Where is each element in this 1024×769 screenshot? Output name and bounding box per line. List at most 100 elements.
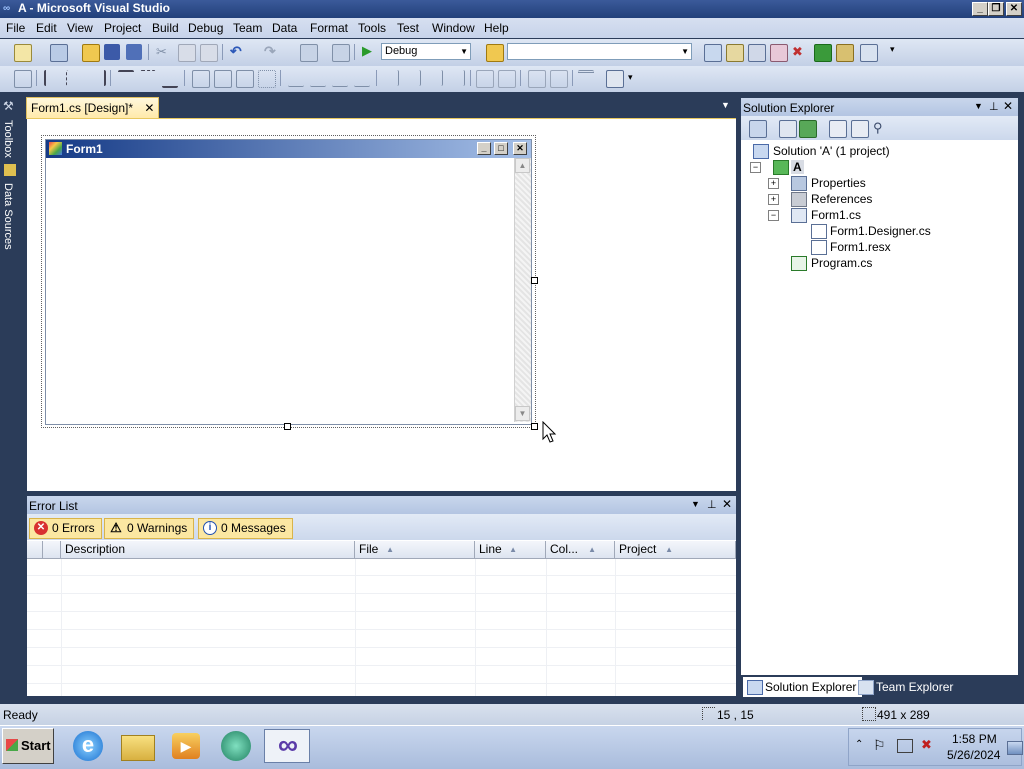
refresh-icon[interactable] <box>799 120 817 138</box>
column-header-icon[interactable] <box>27 541 43 558</box>
clock-time[interactable]: 1:58 PM <box>952 732 997 746</box>
tree-node-solution[interactable]: Solution 'A' (1 project) <box>773 144 890 158</box>
scroll-up-icon[interactable]: ▲ <box>515 158 530 173</box>
document-list-chevron-icon[interactable]: ▼ <box>721 100 730 110</box>
collapse-icon[interactable]: − <box>750 162 761 173</box>
data-sources-tab[interactable]: Data Sources <box>2 183 14 250</box>
menu-data[interactable]: Data <box>272 21 297 35</box>
resize-handle-corner[interactable] <box>531 423 538 430</box>
start-debugging-icon[interactable]: ▶ <box>362 43 378 59</box>
column-header-file[interactable]: File ▲ <box>355 541 475 558</box>
size-to-grid-icon[interactable] <box>214 70 232 88</box>
menu-edit[interactable]: Edit <box>36 21 57 35</box>
taskbar-file-explorer[interactable] <box>117 729 157 763</box>
column-header-number[interactable] <box>43 541 61 558</box>
errors-filter-button[interactable]: ✕ 0 Errors <box>29 518 102 539</box>
view-designer-icon[interactable] <box>851 120 869 138</box>
solution-configuration-combo[interactable]: Debug ▼ <box>381 43 471 60</box>
tree-node-program-cs[interactable]: Program.cs <box>811 256 872 270</box>
column-header-project[interactable]: Project ▲ <box>615 541 736 558</box>
close-panel-icon[interactable]: ✕ <box>722 497 732 511</box>
object-browser-icon[interactable] <box>748 44 766 62</box>
toolbar-overflow-icon[interactable]: ▾ <box>890 44 906 60</box>
restore-button[interactable]: ❐ <box>988 2 1004 16</box>
extension-manager-icon[interactable] <box>836 44 854 62</box>
form-scrollbar[interactable]: ▲ ▼ <box>514 158 531 422</box>
expand-icon[interactable]: + <box>768 178 779 189</box>
align-bottoms-icon[interactable] <box>162 70 178 88</box>
align-lefts-icon[interactable] <box>44 70 62 86</box>
menu-help[interactable]: Help <box>484 21 509 35</box>
align-rights-icon[interactable] <box>88 70 106 86</box>
make-same-width-icon[interactable] <box>192 70 210 88</box>
menu-format[interactable]: Format <box>310 21 348 35</box>
paste-icon[interactable] <box>200 44 218 62</box>
tree-node-project[interactable]: A <box>791 160 804 174</box>
properties-icon[interactable] <box>749 120 767 138</box>
close-button[interactable]: ✕ <box>1006 2 1022 16</box>
tab-order-icon[interactable] <box>578 70 594 89</box>
start-button[interactable]: Start <box>2 728 54 764</box>
menu-project[interactable]: Project <box>104 21 141 35</box>
network-icon[interactable] <box>897 739 913 753</box>
panel-menu-chevron-icon[interactable]: ▼ <box>974 101 983 111</box>
send-to-back-icon[interactable] <box>550 70 568 88</box>
decrease-vertical-spacing-icon[interactable] <box>426 70 443 86</box>
increase-vertical-spacing-icon[interactable] <box>404 70 421 86</box>
properties-window-icon[interactable] <box>726 44 744 62</box>
resize-handle-bottom[interactable] <box>284 423 291 430</box>
vertical-spacing-equal-icon[interactable] <box>382 70 399 86</box>
menu-view[interactable]: View <box>67 21 93 35</box>
taskbar-app-green[interactable] <box>216 729 256 763</box>
toolbar-overflow-icon[interactable]: ▾ <box>628 72 644 88</box>
horizontal-spacing-equal-icon[interactable] <box>288 70 304 87</box>
solution-explorer-icon[interactable] <box>704 44 722 62</box>
save-all-icon[interactable] <box>126 44 142 60</box>
menu-team[interactable]: Team <box>233 21 262 35</box>
undo-icon[interactable]: ↶ <box>230 43 246 59</box>
remove-horizontal-spacing-icon[interactable] <box>354 70 370 87</box>
redo-icon[interactable]: ↷ <box>264 43 280 59</box>
column-header-description[interactable]: Description <box>61 541 355 558</box>
scroll-down-icon[interactable]: ▼ <box>515 406 530 421</box>
close-tab-icon[interactable]: ✕ <box>144 101 154 115</box>
toolbox-tab[interactable]: Toolbox <box>2 120 14 158</box>
pin-icon[interactable]: ⊥ <box>707 498 717 511</box>
minimize-button[interactable]: _ <box>972 2 988 16</box>
warnings-filter-button[interactable]: ⚠ 0 Warnings <box>104 518 195 539</box>
toolbox-window-icon[interactable] <box>770 44 788 62</box>
collapse-icon[interactable]: − <box>768 210 779 221</box>
form1-window[interactable]: Form1 _ □ ✕ ▲ ▼ <box>45 139 532 425</box>
find-in-files-icon[interactable] <box>486 44 504 62</box>
align-middles-icon[interactable] <box>140 70 156 87</box>
view-code-icon[interactable] <box>829 120 847 138</box>
find-combo[interactable]: ▼ <box>507 43 692 60</box>
remove-vertical-spacing-icon[interactable] <box>448 70 465 86</box>
messages-filter-button[interactable]: i 0 Messages <box>198 518 293 539</box>
save-icon[interactable] <box>104 44 120 60</box>
tree-node-form1-resx[interactable]: Form1.resx <box>830 240 891 254</box>
tree-node-properties[interactable]: Properties <box>811 176 866 190</box>
expand-icon[interactable]: + <box>768 194 779 205</box>
cut-icon[interactable]: ✂ <box>156 44 172 60</box>
show-desktop-icon[interactable] <box>1007 741 1023 755</box>
center-vertically-icon[interactable] <box>498 70 516 88</box>
volume-muted-icon[interactable]: ✖ <box>921 737 932 753</box>
add-item-icon[interactable] <box>50 44 68 62</box>
action-center-flag-icon[interactable]: ⚐ <box>873 737 886 754</box>
taskbar-internet-explorer[interactable]: e <box>68 729 108 763</box>
start-page-icon[interactable] <box>814 44 832 62</box>
command-window-icon[interactable] <box>860 44 878 62</box>
decrease-horizontal-spacing-icon[interactable] <box>332 70 348 87</box>
increase-horizontal-spacing-icon[interactable] <box>310 70 326 87</box>
menu-debug[interactable]: Debug <box>188 21 223 35</box>
menu-window[interactable]: Window <box>432 21 475 35</box>
tree-node-form1-cs[interactable]: Form1.cs <box>811 208 861 222</box>
align-to-grid-icon[interactable] <box>14 70 32 88</box>
menu-test[interactable]: Test <box>397 21 419 35</box>
align-tops-icon[interactable] <box>118 70 134 88</box>
tools-icon[interactable]: ✖ <box>792 44 808 60</box>
panel-menu-chevron-icon[interactable]: ▼ <box>691 499 700 509</box>
view-class-diagram-icon[interactable]: ⚲ <box>873 120 889 136</box>
menu-tools[interactable]: Tools <box>358 21 386 35</box>
